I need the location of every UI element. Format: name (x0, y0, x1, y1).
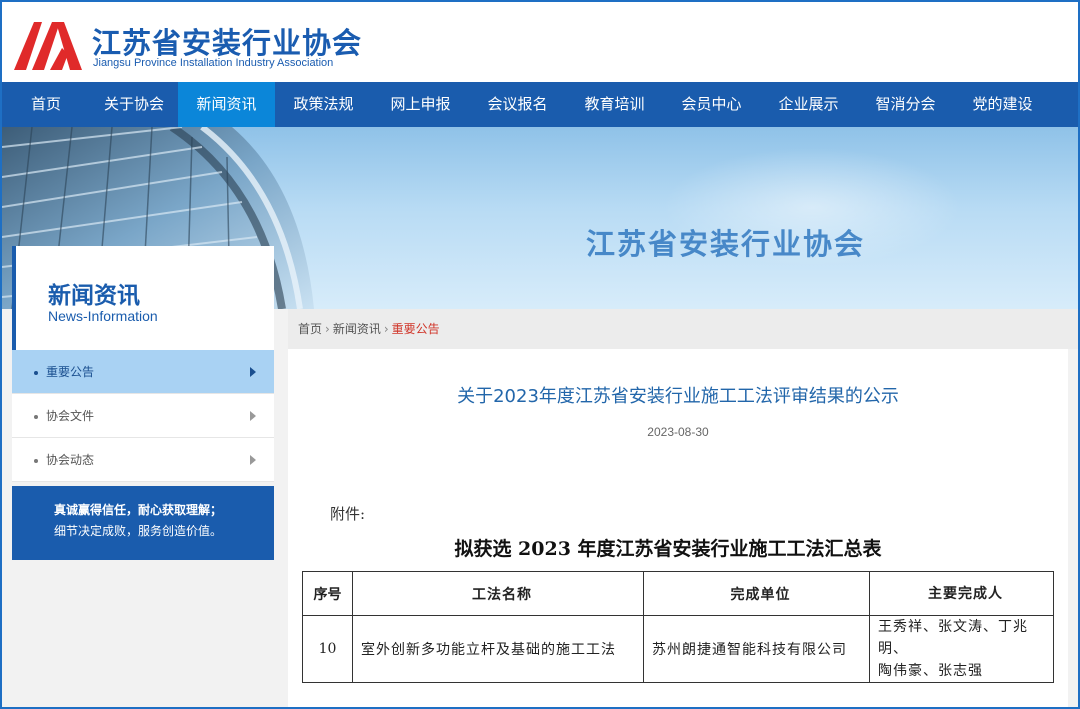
nav-item-enterprises[interactable]: 企业展示 (760, 82, 857, 127)
attachment-label: 附件: (330, 505, 366, 523)
sidebar-menu: 重要公告 协会文件 协会动态 (12, 350, 274, 482)
cell-people: 王秀祥、张文涛、丁兆明、 陶伟豪、张志强 (869, 615, 1054, 683)
chevron-right-icon (250, 367, 256, 377)
slogan-line-1: 真诚赢得信任，耐心获取理解； (54, 503, 223, 517)
nav-item-about[interactable]: 关于协会 (90, 82, 178, 127)
page-frame: 江苏省安装行业协会 Jiangsu Province Installation … (0, 0, 1080, 709)
nav-item-news[interactable]: 新闻资讯 (178, 82, 275, 127)
nav-item-online-filing[interactable]: 网上申报 (372, 82, 469, 127)
association-logo-icon[interactable] (12, 18, 84, 70)
summary-table: 序号 工法名称 完成单位 主要完成人 10 室外创新多功能立杆及基础的施工工法 … (302, 571, 1054, 683)
sidebar-title-box: 新闻资讯 News-Information (12, 246, 274, 350)
breadcrumb-news[interactable]: 新闻资讯 (333, 322, 381, 336)
chevron-right-icon (250, 455, 256, 465)
cell-unit: 苏州朗捷通智能科技有限公司 (643, 615, 870, 683)
banner-title: 江苏省安装行业协会 (586, 227, 866, 261)
sidebar-title: 新闻资讯 (48, 283, 140, 309)
breadcrumb-current[interactable]: 重要公告 (392, 322, 440, 336)
sidebar-item-label: 重要公告 (46, 365, 95, 379)
column-header-method: 工法名称 (352, 571, 644, 616)
article-date: 2023-08-30 (647, 425, 709, 439)
column-header-unit: 完成单位 (643, 571, 870, 616)
breadcrumb-separator: › (383, 322, 389, 336)
nav-item-meeting-signup[interactable]: 会议报名 (469, 82, 566, 127)
nav-item-party[interactable]: 党的建设 (954, 82, 1051, 127)
sidebar-slogan: 真诚赢得信任，耐心获取理解； 细节决定成败，服务创造价值。 (12, 486, 274, 560)
breadcrumb-separator: › (325, 322, 330, 336)
sidebar-item-label: 协会文件 (46, 409, 95, 423)
people-line-2: 陶伟豪、张志强 (878, 663, 983, 679)
breadcrumb-home[interactable]: 首页 (298, 322, 322, 336)
main-nav: 首页 关于协会 新闻资讯 政策法规 网上申报 会议报名 教育培训 会员中心 企业… (2, 82, 1078, 127)
table-title: 拟获选 2023 年度江苏省安装行业施工工法汇总表 (454, 538, 882, 560)
sidebar-item-announcements[interactable]: 重要公告 (12, 350, 274, 394)
sidebar-subtitle: News-Information (48, 308, 158, 324)
article-body: 关于2023年度江苏省安装行业施工工法评审结果的公示 2023-08-30 附件… (288, 349, 1068, 707)
breadcrumb: 首页 › 新闻资讯 › 重要公告 (288, 309, 1078, 349)
nav-item-fire-branch[interactable]: 智消分会 (857, 82, 954, 127)
site-header: 江苏省安装行业协会 Jiangsu Province Installation … (2, 2, 1078, 82)
nav-item-members[interactable]: 会员中心 (663, 82, 760, 127)
nav-item-policy[interactable]: 政策法规 (275, 82, 372, 127)
column-header-no: 序号 (302, 571, 353, 616)
slogan-line-2: 细节决定成败，服务创造价值。 (54, 524, 223, 538)
article-title: 关于2023年度江苏省安装行业施工工法评审结果的公示 (457, 386, 899, 407)
sidebar-item-documents[interactable]: 协会文件 (12, 394, 274, 438)
sidebar-item-activities[interactable]: 协会动态 (12, 438, 274, 482)
sidebar-item-label: 协会动态 (46, 453, 95, 467)
bullet-icon (34, 414, 38, 419)
site-logo-title[interactable]: 江苏省安装行业协会 (92, 20, 362, 62)
nav-item-training[interactable]: 教育培训 (566, 82, 663, 127)
bullet-icon (34, 370, 38, 375)
table-header-row: 序号 工法名称 完成单位 主要完成人 (302, 571, 1054, 616)
chevron-right-icon (250, 411, 256, 421)
cell-no: 10 (302, 615, 353, 683)
nav-item-home[interactable]: 首页 (2, 82, 90, 127)
people-line-1: 王秀祥、张文涛、丁兆明、 (878, 619, 1028, 657)
cell-method-name: 室外创新多功能立杆及基础的施工工法 (352, 615, 644, 683)
site-logo-subtitle: Jiangsu Province Installation Industry A… (93, 57, 334, 69)
table-row: 10 室外创新多功能立杆及基础的施工工法 苏州朗捷通智能科技有限公司 王秀祥、张… (302, 615, 1054, 683)
column-header-people: 主要完成人 (869, 571, 1054, 616)
bullet-icon (34, 458, 38, 463)
